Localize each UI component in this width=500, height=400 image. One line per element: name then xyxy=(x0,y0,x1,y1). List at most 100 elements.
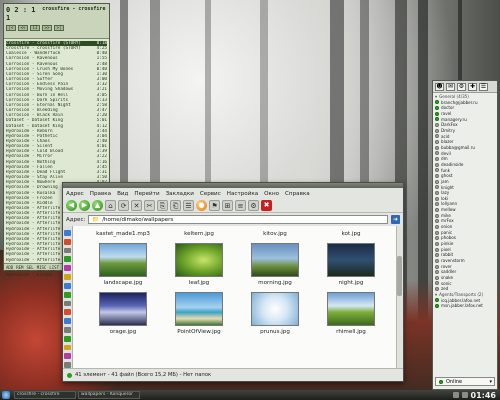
toolbar-button-icon[interactable]: ◀ xyxy=(66,200,77,211)
presence-icon xyxy=(435,202,439,207)
player-control-button[interactable]: |< xyxy=(6,25,16,31)
file-item[interactable]: kitov.jpg xyxy=(237,226,313,237)
file-thumbnail xyxy=(327,243,375,277)
sidebar-tab-icon[interactable] xyxy=(64,230,71,236)
taskbar-task[interactable]: crossfire - crossfire xyxy=(14,391,76,399)
status-indicator-icon xyxy=(67,372,72,378)
folder-icon: 📁 xyxy=(92,216,100,223)
toolbar-button-icon[interactable]: ⎘ xyxy=(157,200,168,211)
roster-tool-icon[interactable]: ⚙ xyxy=(457,83,466,91)
toolbar-button-icon[interactable]: ⎗ xyxy=(170,200,181,211)
player-control-button[interactable]: >| xyxy=(54,25,64,31)
sidebar-tab-icon[interactable] xyxy=(64,300,71,307)
player-control-button[interactable]: >> xyxy=(42,25,52,31)
presence-icon xyxy=(435,287,439,292)
playlist-footer-button[interactable]: ADD xyxy=(6,265,13,270)
vertical-scrollbar[interactable] xyxy=(396,226,403,368)
playlist-footer-button[interactable]: MISC xyxy=(37,265,47,270)
playlist-footer-button[interactable]: LIST xyxy=(49,265,59,270)
toolbar-button-icon[interactable]: ✂ xyxy=(144,200,155,211)
file-item[interactable]: leaf.jpg xyxy=(161,243,237,286)
contact-item[interactable]: msn.jabber.lafox.net xyxy=(435,303,495,309)
sidebar-tab-icon[interactable] xyxy=(64,247,71,254)
player-control-button[interactable]: II xyxy=(30,25,40,31)
roster-tool-icon[interactable]: ☰ xyxy=(479,83,488,91)
sidebar-tab-icon[interactable] xyxy=(64,326,71,333)
menu-item[interactable]: Справка xyxy=(285,191,310,197)
presence-icon xyxy=(435,247,439,252)
file-item[interactable]: kot.jpg xyxy=(313,226,389,237)
menu-item[interactable]: Закладки xyxy=(166,191,194,197)
toolbar-button-icon[interactable]: ⚙ xyxy=(248,200,259,211)
presence-icon xyxy=(435,190,439,195)
menu-item[interactable]: Настройка xyxy=(227,191,258,197)
sidebar-tab-icon[interactable] xyxy=(64,238,71,245)
sidebar-tab-icon[interactable] xyxy=(64,282,71,289)
sidebar-tab-icon[interactable] xyxy=(64,274,71,280)
roster-tool-icon[interactable]: ✉ xyxy=(446,83,455,91)
sidebar-tab-icon[interactable] xyxy=(64,344,71,351)
toolbar-button-icon[interactable]: ✖ xyxy=(261,200,272,211)
menu-item[interactable]: Сервис xyxy=(200,191,221,197)
sidebar-tab-icon[interactable] xyxy=(64,265,71,272)
file-thumbnail xyxy=(99,243,147,277)
playlist-footer-button[interactable]: SEL xyxy=(26,265,33,270)
menu-item[interactable]: Правка xyxy=(90,191,111,197)
file-item[interactable]: night.jpg xyxy=(313,243,389,286)
toolbar-button-icon[interactable]: ● xyxy=(196,200,207,211)
roster-tool-icon[interactable]: ☻ xyxy=(435,83,444,91)
player-control-button[interactable]: << xyxy=(18,25,28,31)
sidebar-tab-icon[interactable] xyxy=(64,309,71,316)
taskbar-task[interactable]: wallpapers - Konqueror xyxy=(78,391,140,399)
toolbar-button-icon[interactable]: ⌂ xyxy=(105,200,116,211)
file-view: kastet_made1.mp3 keltern.jpg kitov.jpg kot.… xyxy=(73,226,403,368)
file-item[interactable]: PointOfView.jpg xyxy=(161,292,237,335)
start-menu-icon[interactable] xyxy=(2,391,10,399)
toolbar-button-icon[interactable]: ▶ xyxy=(79,200,90,211)
go-icon[interactable]: ➜ xyxy=(391,215,400,224)
tray-icon[interactable] xyxy=(461,392,468,398)
presence-icon xyxy=(435,230,439,235)
toolbar-button-icon[interactable]: ≡ xyxy=(235,200,246,211)
file-thumbnail xyxy=(327,226,375,228)
file-item[interactable]: prunus.jpg xyxy=(237,292,313,335)
toolbar-button-icon[interactable]: ☰ xyxy=(183,200,194,211)
menu-item[interactable]: Адрес xyxy=(66,191,84,197)
file-item[interactable]: kastet_made1.mp3 xyxy=(85,226,161,237)
location-label: Адрес: xyxy=(66,216,86,223)
menu-item[interactable]: Вид xyxy=(117,191,128,197)
sidebar-tab-icon[interactable] xyxy=(64,291,71,298)
player-time: 0 2 : 1 1 crossfire - crossfire (stor xyxy=(6,6,107,22)
playlist-footer-button[interactable]: REM xyxy=(16,265,23,270)
file-thumbnail xyxy=(175,243,223,277)
file-item[interactable]: landscape.jpg xyxy=(85,243,161,286)
file-item[interactable]: keltern.jpg xyxy=(161,226,237,237)
sidebar-tab-icon[interactable] xyxy=(64,318,71,324)
toolbar-button-icon[interactable]: ✕ xyxy=(131,200,142,211)
presence-icon xyxy=(435,117,439,122)
file-name: keltern.jpg xyxy=(184,231,214,237)
status-selector[interactable]: Online ▾ xyxy=(435,377,495,386)
roster-tool-icon[interactable]: ✚ xyxy=(468,83,477,91)
file-item[interactable]: morning.jpg xyxy=(237,243,313,286)
scrollbar-thumb[interactable] xyxy=(397,256,402,296)
sidebar-tab-icon[interactable] xyxy=(64,335,71,342)
toolbar-button-icon[interactable]: ⟳ xyxy=(118,200,129,211)
sidebar-tab-icon[interactable] xyxy=(64,353,71,360)
file-thumbnail xyxy=(99,292,147,326)
toolbar-button-icon[interactable]: ⚑ xyxy=(209,200,220,211)
toolbar-button-icon[interactable]: ⊞ xyxy=(222,200,233,211)
menu-item[interactable]: Перейти xyxy=(134,191,159,197)
sidebar-tab-icon[interactable] xyxy=(64,256,71,263)
presence-icon xyxy=(435,174,439,179)
menu-item[interactable]: Окно xyxy=(264,191,279,197)
file-manager-window: Адрес Правка Вид Перейти Закладки Сервис Настр… xyxy=(62,182,404,382)
system-tray: 01:46 xyxy=(452,391,496,400)
tray-icon[interactable] xyxy=(452,392,459,398)
presence-icon xyxy=(435,168,439,173)
presence-icon xyxy=(435,275,439,280)
toolbar-button-icon[interactable]: ▲ xyxy=(92,200,103,211)
file-item[interactable]: rhimell.jpg xyxy=(313,292,389,335)
file-item[interactable]: orage.jpg xyxy=(85,292,161,335)
location-input[interactable]: 📁 /home/dimako/wallpapers xyxy=(88,215,388,224)
